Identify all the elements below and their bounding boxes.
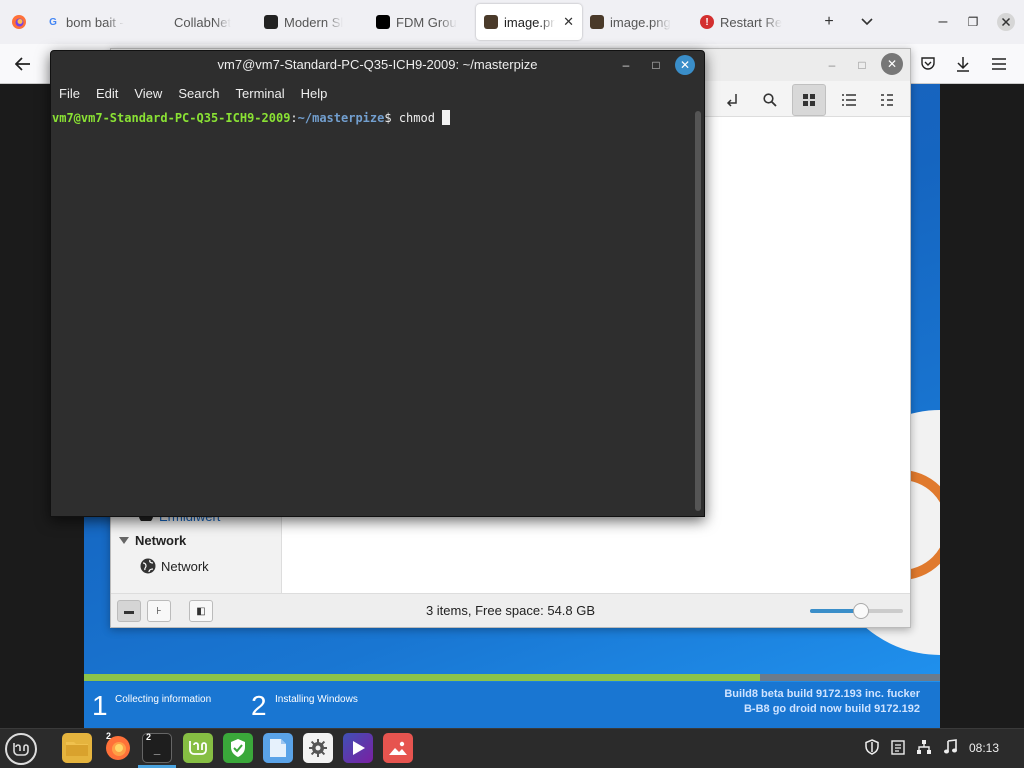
terminal-maximize-button[interactable]: □ [646,55,666,75]
menu-help[interactable]: Help [301,86,328,101]
new-tab-button[interactable]: + [810,4,848,40]
browser-tab-bar: Gbom bait - CollabNet Modern Sl FDM Grou ima… [0,0,1024,44]
sidebar-section-network[interactable]: Network [119,533,186,548]
prompt-user: vm7@vm7-Standard-PC-Q35-ICH9-2009 [52,111,291,125]
terminal-window-count: 2 [146,732,152,742]
files-app-icon[interactable] [62,733,92,763]
terminal-close-button[interactable]: ✕ [675,55,695,75]
pocket-icon[interactable] [914,50,942,78]
menu-search[interactable]: Search [178,86,219,101]
tab-favicon-icon [484,15,498,29]
tab-title: image.png [610,14,671,30]
collapse-arrow-icon [119,536,129,544]
settings-gear-icon[interactable] [303,733,333,763]
terminal-window: vm7@vm7-Standard-PC-Q35-ICH9-2009: ~/mas… [50,50,705,517]
sound-tray-icon[interactable] [943,739,957,758]
text-cursor [442,110,451,125]
menu-terminal[interactable]: Terminal [236,86,285,101]
shield-tray-icon[interactable] [864,739,880,758]
zoom-slider[interactable] [810,603,903,619]
menu-file[interactable]: File [59,86,80,101]
step1-number: 1 [92,690,108,721]
terminal-scrollbar[interactable] [695,111,701,511]
prompt-path: ~/masterpize [297,111,385,125]
step2-label: Installing Windows [275,694,358,705]
browser-tab[interactable]: image.pn ✕ [476,4,582,40]
step1-label: Collecting information [115,694,212,705]
prompt-separator: : [290,111,298,125]
firefox-menu-icon[interactable] [0,0,38,44]
sidebar-item-network[interactable]: Network [140,558,209,574]
clipboard-tray-icon[interactable] [891,739,905,758]
taskbar: 2 _ 2 08:13 [0,728,1024,768]
tab-favicon-icon [590,15,604,29]
browser-tab[interactable]: CollabNet [146,4,256,40]
shield-app-icon[interactable] [223,733,253,763]
clock[interactable]: 08:13 [969,741,999,755]
terminal-menubar: File Edit View Search Terminal Help [51,79,704,107]
firefox-window-count: 2 [106,731,112,741]
location-toggle-icon[interactable] [716,84,750,116]
tab-title: FDM Grou [396,14,457,30]
list-all-tabs-button[interactable] [848,4,886,40]
firefox-app-icon[interactable]: 2 [103,731,133,763]
step2-number: 2 [251,690,267,721]
terminal-output[interactable]: vm7@vm7-Standard-PC-Q35-ICH9-2009:~/mast… [51,107,696,515]
hamburger-menu-icon[interactable] [985,50,1013,78]
documents-app-icon[interactable] [263,733,293,763]
back-arrow-icon[interactable] [9,50,37,78]
tab-title: Modern Sl [284,14,344,30]
tab-favicon-icon [264,15,278,29]
mint-menu-icon[interactable] [5,733,37,765]
tab-title: bom bait - [66,14,124,30]
status-text: 3 items, Free space: 54.8 GB [425,603,596,618]
restore-browser-button[interactable]: ❐ [958,4,988,40]
browser-tab[interactable]: image.png [582,4,692,40]
fm-minimize-button[interactable]: – [822,55,842,75]
tab-title: CollabNet [174,14,232,30]
terminal-title: vm7@vm7-Standard-PC-Q35-ICH9-2009: ~/mas… [217,57,538,72]
install-progress-fill [84,674,761,681]
command-input[interactable]: chmod [399,111,442,125]
tab-favicon-icon: G [49,16,57,28]
search-icon[interactable] [753,84,787,116]
terminal-minimize-button[interactable]: – [616,55,636,75]
tab-title: Restart Re [720,14,783,30]
compact-view-icon[interactable] [870,84,904,116]
build-text-line2: B-B8 go droid now build 9172.192 [743,703,920,715]
browser-tab[interactable]: ! Restart Re [692,4,810,40]
install-progress-bar [84,674,940,681]
network-tray-icon[interactable] [916,739,932,758]
icon-view-icon[interactable] [792,84,826,116]
menu-view[interactable]: View [134,86,162,101]
build-text-line1: Build8 beta build 9172.193 inc. fucker [724,688,920,700]
browser-tab[interactable]: FDM Grou [368,4,476,40]
terminal-titlebar[interactable]: vm7@vm7-Standard-PC-Q35-ICH9-2009: ~/mas… [51,51,704,79]
file-manager-statusbar: ▬ ⊦ ◧ 3 items, Free space: 54.8 GB [111,593,910,627]
browser-tab[interactable]: Gbom bait - [38,4,146,40]
list-view-icon[interactable] [832,84,866,116]
tab-title: image.pn [504,14,556,30]
close-browser-button[interactable] [988,4,1024,40]
tab-favicon-icon [154,15,168,29]
media-player-icon[interactable] [343,733,373,763]
downloads-icon[interactable] [949,50,977,78]
tab-favicon-icon: ! [700,15,714,29]
fm-maximize-button[interactable]: □ [852,55,872,75]
minimize-browser-button[interactable]: – [928,4,958,40]
mint-update-icon[interactable] [183,733,213,763]
install-steps: 1 Collecting information 2 Installing Wi… [84,682,940,728]
fm-close-button[interactable]: ✕ [881,53,903,75]
image-viewer-icon[interactable] [383,733,413,763]
menu-edit[interactable]: Edit [96,86,118,101]
browser-tab[interactable]: Modern Sl [256,4,368,40]
terminal-app-icon[interactable]: _ 2 [142,732,172,763]
tab-close-icon[interactable]: ✕ [563,14,574,30]
globe-icon [140,558,156,574]
prompt-symbol: $ [384,111,399,125]
tab-favicon-icon [376,15,390,29]
